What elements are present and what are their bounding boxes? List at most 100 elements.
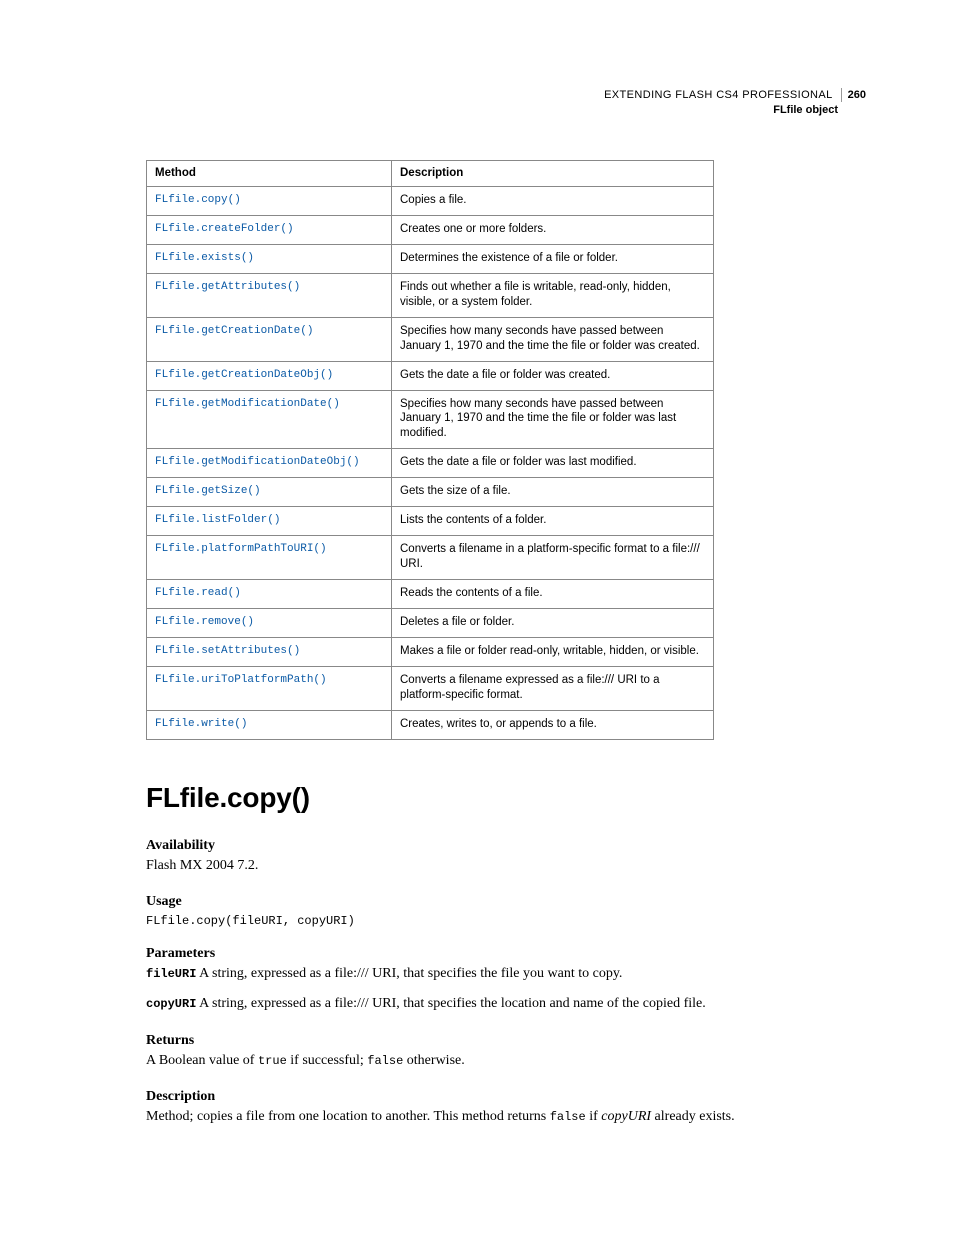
- description-mid: if: [586, 1109, 602, 1124]
- description-cell: Specifies how many seconds have passed b…: [392, 390, 714, 449]
- table-row: FLfile.createFolder() Creates one or more…: [147, 215, 714, 244]
- col-header-description: Description: [392, 161, 714, 187]
- method-cell: FLfile.copy(): [147, 187, 392, 216]
- method-cell: FLfile.getAttributes(): [147, 273, 392, 317]
- method-link[interactable]: FLfile.getModificationDate(): [155, 398, 340, 410]
- description-cell: Makes a file or folder read-only, writab…: [392, 637, 714, 666]
- description-cell: Creates one or more folders.: [392, 215, 714, 244]
- description-cell: Lists the contents of a folder.: [392, 507, 714, 536]
- method-link[interactable]: FLfile.exists(): [155, 252, 254, 264]
- method-link[interactable]: FLfile.write(): [155, 718, 247, 730]
- table-row: FLfile.getSize() Gets the size of a file.: [147, 478, 714, 507]
- header-section-title: FLfile object: [604, 103, 866, 118]
- returns-mid: if successful;: [287, 1053, 367, 1068]
- description-cell: Gets the size of a file.: [392, 478, 714, 507]
- returns-label: Returns: [146, 1033, 866, 1049]
- method-cell: FLfile.remove(): [147, 608, 392, 637]
- header-line1: EXTENDING FLASH CS4 PROFESSIONAL 260: [604, 88, 866, 103]
- method-link[interactable]: FLfile.getAttributes(): [155, 281, 300, 293]
- returns-text: A Boolean value of true if successful; f…: [146, 1051, 866, 1071]
- description-cell: Determines the existence of a file or fo…: [392, 244, 714, 273]
- method-link[interactable]: FLfile.getModificationDateObj(): [155, 456, 360, 468]
- description-cell: Finds out whether a file is writable, re…: [392, 273, 714, 317]
- parameter-line: copyURI A string, expressed as a file://…: [146, 994, 866, 1014]
- description-cell: Deletes a file or folder.: [392, 608, 714, 637]
- description-cell: Creates, writes to, or appends to a file…: [392, 710, 714, 739]
- table-row: FLfile.setAttributes() Makes a file or fo…: [147, 637, 714, 666]
- method-cell: FLfile.getCreationDateObj(): [147, 361, 392, 390]
- description-cell: Converts a filename expressed as a file:…: [392, 666, 714, 710]
- method-cell: FLfile.exists(): [147, 244, 392, 273]
- returns-section: Returns A Boolean value of true if succe…: [146, 1033, 866, 1071]
- table-row: FLfile.read() Reads the contents of a fil…: [147, 580, 714, 609]
- description-code-false: false: [550, 1110, 586, 1124]
- method-cell: FLfile.createFolder(): [147, 215, 392, 244]
- method-cell: FLfile.write(): [147, 710, 392, 739]
- table-row: FLfile.getCreationDateObj() Gets the date…: [147, 361, 714, 390]
- method-link[interactable]: FLfile.getCreationDateObj(): [155, 369, 333, 381]
- table-header-row: Method Description: [147, 161, 714, 187]
- description-label: Description: [146, 1089, 866, 1105]
- method-link[interactable]: FLfile.remove(): [155, 616, 254, 628]
- description-post: already exists.: [651, 1109, 735, 1124]
- parameter-name: copyURI: [146, 997, 196, 1011]
- returns-code-false: false: [367, 1054, 403, 1068]
- method-link[interactable]: FLfile.getCreationDate(): [155, 325, 313, 337]
- description-cell: Reads the contents of a file.: [392, 580, 714, 609]
- method-link[interactable]: FLfile.platformPathToURI(): [155, 543, 327, 555]
- description-cell: Gets the date a file or folder was creat…: [392, 361, 714, 390]
- returns-code-true: true: [258, 1054, 287, 1068]
- availability-label: Availability: [146, 838, 866, 854]
- description-cell: Specifies how many seconds have passed b…: [392, 317, 714, 361]
- table-row: FLfile.getModificationDate() Specifies ho…: [147, 390, 714, 449]
- method-cell: FLfile.platformPathToURI(): [147, 536, 392, 580]
- parameter-text: A string, expressed as a file:/// URI, t…: [199, 966, 622, 981]
- method-cell: FLfile.uriToPlatformPath(): [147, 666, 392, 710]
- table-row: FLfile.exists() Determines the existence …: [147, 244, 714, 273]
- usage-section: Usage FLfile.copy(fileURI, copyURI): [146, 894, 866, 928]
- table-row: FLfile.copy() Copies a file.: [147, 187, 714, 216]
- description-text: Method; copies a file from one location …: [146, 1107, 866, 1127]
- table-row: FLfile.getAttributes() Finds out whether …: [147, 273, 714, 317]
- method-link[interactable]: FLfile.setAttributes(): [155, 645, 300, 657]
- table-row: FLfile.remove() Deletes a file or folder.: [147, 608, 714, 637]
- table-row: FLfile.listFolder() Lists the contents of…: [147, 507, 714, 536]
- method-link[interactable]: FLfile.read(): [155, 587, 241, 599]
- parameter-name: fileURI: [146, 967, 196, 981]
- header-page-number: 260: [846, 88, 866, 103]
- usage-code: FLfile.copy(fileURI, copyURI): [146, 914, 866, 928]
- method-cell: FLfile.getModificationDateObj(): [147, 449, 392, 478]
- method-link[interactable]: FLfile.copy(): [155, 194, 241, 206]
- description-cell: Gets the date a file or folder was last …: [392, 449, 714, 478]
- method-link[interactable]: FLfile.uriToPlatformPath(): [155, 674, 327, 686]
- col-header-method: Method: [147, 161, 392, 187]
- method-cell: FLfile.read(): [147, 580, 392, 609]
- table-row: FLfile.write() Creates, writes to, or app…: [147, 710, 714, 739]
- page-header: EXTENDING FLASH CS4 PROFESSIONAL 260 FLf…: [604, 88, 866, 118]
- method-link[interactable]: FLfile.createFolder(): [155, 223, 294, 235]
- table-row: FLfile.getCreationDate() Specifies how ma…: [147, 317, 714, 361]
- description-cell: Copies a file.: [392, 187, 714, 216]
- method-cell: FLfile.getSize(): [147, 478, 392, 507]
- header-book-title: EXTENDING FLASH CS4 PROFESSIONAL: [604, 88, 839, 103]
- method-cell: FLfile.getCreationDate(): [147, 317, 392, 361]
- table-row: FLfile.getModificationDateObj() Gets the …: [147, 449, 714, 478]
- table-row: FLfile.uriToPlatformPath() Converts a fil…: [147, 666, 714, 710]
- method-link[interactable]: FLfile.listFolder(): [155, 514, 280, 526]
- usage-label: Usage: [146, 894, 866, 910]
- method-cell: FLfile.setAttributes(): [147, 637, 392, 666]
- availability-text: Flash MX 2004 7.2.: [146, 856, 866, 876]
- returns-post: otherwise.: [403, 1053, 464, 1068]
- description-pre: Method; copies a file from one location …: [146, 1109, 550, 1124]
- description-cell: Converts a filename in a platform-specif…: [392, 536, 714, 580]
- availability-section: Availability Flash MX 2004 7.2.: [146, 838, 866, 876]
- table-row: FLfile.platformPathToURI() Converts a fil…: [147, 536, 714, 580]
- description-italic-copyuri: copyURI: [601, 1109, 651, 1124]
- parameters-section: Parameters fileURI A string, expressed a…: [146, 946, 866, 1015]
- method-cell: FLfile.getModificationDate(): [147, 390, 392, 449]
- method-cell: FLfile.listFolder(): [147, 507, 392, 536]
- header-divider: [841, 88, 842, 102]
- api-method-title: FLfile.copy(): [146, 782, 866, 814]
- method-summary-table: Method Description FLfile.copy() Copies a…: [146, 160, 714, 740]
- method-link[interactable]: FLfile.getSize(): [155, 485, 261, 497]
